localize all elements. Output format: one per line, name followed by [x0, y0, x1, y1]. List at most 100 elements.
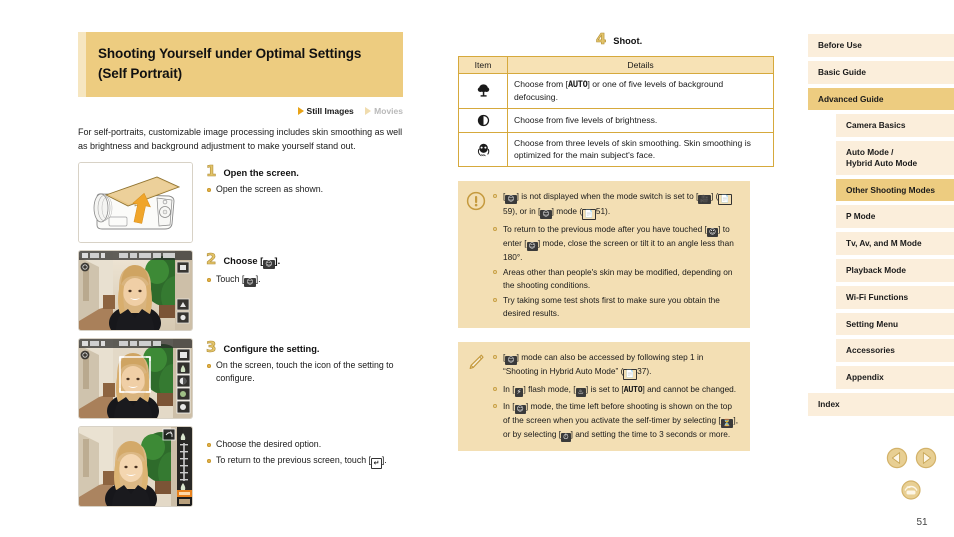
- caution-item: Areas other than people's skin may be mo…: [492, 266, 740, 291]
- triangle-icon: [365, 107, 372, 116]
- movie-icon: 🎥: [698, 194, 712, 204]
- sidebar-item-before-use[interactable]: Before Use: [808, 34, 954, 57]
- step-2-bullets: Touch [☺].: [206, 273, 403, 288]
- table-row: Choose from three levels of skin smoothi…: [458, 131, 774, 167]
- previous-page-arrow[interactable]: [886, 447, 908, 474]
- page-ref-icon: 📄: [582, 208, 596, 220]
- step-1-body: 1 Open the screen. Open the screen as sh…: [193, 162, 403, 199]
- step-1-heading: 1 Open the screen.: [206, 162, 403, 181]
- step-number: 2: [206, 250, 217, 269]
- caution-item: To return to the previous mode after you…: [492, 223, 740, 263]
- left-column: Shooting Yourself under Optimal Settings…: [78, 32, 403, 514]
- step-2: 2 Choose [☺]. Touch [☺].: [78, 250, 403, 332]
- step-number: 3: [206, 338, 217, 357]
- sidebar-item-basic-guide[interactable]: Basic Guide: [808, 60, 954, 84]
- sidebar-item-advanced-guide[interactable]: Advanced Guide: [808, 87, 954, 111]
- bullet: Choose the desired option.: [206, 438, 403, 451]
- next-page-arrow[interactable]: [915, 447, 937, 474]
- note-item: In [⚡] flash mode, [♨] is set to [AUTO] …: [492, 383, 740, 397]
- cell-item-icon: [458, 131, 508, 167]
- sidebar-item-camera-basics[interactable]: Camera Basics: [836, 114, 954, 138]
- step-3-body: 3 Configure the setting. On the screen, …: [193, 338, 403, 388]
- sidebar-item-setting-menu[interactable]: Setting Menu: [836, 312, 954, 336]
- step-4-heading: 4 Shoot.: [458, 31, 774, 47]
- self-timer-icon: ⏱: [561, 433, 571, 442]
- settings-details-table: Item Details Choose from [AUTO] or one o…: [458, 56, 774, 167]
- media-type-tags: Still Images Movies: [78, 106, 403, 119]
- bullet: On the screen, touch the icon of the set…: [206, 359, 403, 385]
- steps-list: 1 Open the screen. Open the screen as sh…: [78, 162, 403, 508]
- step-3-bullets: On the screen, touch the icon of the set…: [206, 359, 403, 385]
- step-2-heading: 2 Choose [☺].: [206, 250, 403, 270]
- sidebar-item-other-shooting-modes[interactable]: Other Shooting Modes: [836, 178, 954, 202]
- cell-details: Choose from five levels of brightness.: [507, 107, 774, 133]
- sidebar-item-tv-av-m-mode[interactable]: Tv, Av, and M Mode: [836, 232, 954, 256]
- home-icon[interactable]: [900, 480, 922, 505]
- note-item: In [☺] mode, the time left before shooti…: [492, 400, 740, 442]
- step-1-bullets: Open the screen as shown.: [206, 183, 403, 196]
- media-tag-label: Still Images: [306, 106, 354, 117]
- column-header-item: Item: [458, 56, 508, 74]
- table-row: Choose from [AUTO] or one of five levels…: [458, 73, 774, 109]
- caution-item: Try taking some test shots first to make…: [492, 294, 740, 319]
- caution-box: [☺] is not displayed when the mode switc…: [458, 180, 750, 328]
- background-defocus-icon: [476, 83, 491, 98]
- step-title: Choose [☺].: [223, 256, 281, 270]
- manual-page: Shooting Yourself under Optimal Settings…: [0, 0, 954, 537]
- triangle-icon: [297, 107, 304, 116]
- page-ref-icon: 📄: [623, 369, 638, 380]
- skin-smoothing-icon: [476, 142, 491, 157]
- sidebar-item-accessories[interactable]: Accessories: [836, 339, 954, 363]
- page-title: Shooting Yourself under Optimal Settings…: [98, 46, 362, 81]
- live-view-slider-screenshot: [78, 426, 193, 508]
- step-title: Open the screen.: [223, 168, 299, 179]
- caution-item: [☺] is not displayed when the mode switc…: [492, 190, 740, 220]
- pencil-icon: [466, 352, 486, 372]
- background-defocus-icon: ♨: [575, 388, 586, 397]
- step-title: Shoot.: [613, 36, 643, 46]
- column-header-details: Details: [507, 56, 774, 74]
- media-tag-movies: Movies: [365, 106, 403, 116]
- step-3-continued-body: Choose the desired option. To return to …: [193, 426, 403, 472]
- sidebar-item-label: Auto Mode / Hybrid Auto Mode: [846, 147, 918, 168]
- self-portrait-icon: ☺: [505, 356, 517, 365]
- page-title-banner: Shooting Yourself under Optimal Settings…: [78, 32, 403, 98]
- self-portrait-icon: ☺: [526, 241, 538, 251]
- live-view-face-frame-screenshot: [78, 338, 193, 420]
- self-portrait-icon: ☺: [505, 194, 517, 204]
- sidebar-item-index[interactable]: Index: [808, 392, 954, 416]
- note-item: [☺] mode can also be accessed by followi…: [492, 351, 740, 380]
- self-portrait-icon: ☺: [263, 260, 275, 270]
- self-portrait-icon: ☺: [244, 278, 256, 288]
- cell-details: Choose from three levels of skin smoothi…: [507, 131, 774, 167]
- table-row: Choose from five levels of brightness.: [458, 107, 774, 133]
- return-icon: ↵: [371, 458, 382, 470]
- bullet: Open the screen as shown.: [206, 183, 403, 196]
- step-number: 1: [206, 162, 217, 181]
- step-title: Configure the setting.: [223, 344, 320, 355]
- hybrid-auto-icon: ☺: [540, 209, 552, 219]
- cell-item-icon: [458, 73, 508, 109]
- sidebar-item-p-mode[interactable]: P Mode: [836, 205, 954, 229]
- self-portrait-icon: ☺: [514, 405, 526, 414]
- bullet: To return to the previous screen, touch …: [206, 454, 403, 470]
- sidebar-item-appendix[interactable]: Appendix: [836, 366, 954, 389]
- live-view-portrait-screenshot: [78, 250, 193, 332]
- page-navigation: 51: [880, 447, 942, 528]
- page-arrows: [880, 447, 942, 474]
- bullet: Touch [☺].: [206, 273, 403, 288]
- caution-list: [☺] is not displayed when the mode switc…: [492, 190, 740, 319]
- page-number: 51: [916, 517, 928, 528]
- brightness-icon: [476, 113, 491, 128]
- step-3-extra-bullets: Choose the desired option. To return to …: [206, 438, 403, 470]
- face-self-timer-icon: ⏳: [720, 419, 734, 428]
- note-list: [☺] mode can also be accessed by followi…: [492, 351, 740, 442]
- sidebar-item-wifi-functions[interactable]: Wi-Fi Functions: [836, 285, 954, 309]
- media-tag-label: Movies: [374, 106, 403, 117]
- home-button-wrap: [880, 479, 942, 506]
- step-1: 1 Open the screen. Open the screen as sh…: [78, 162, 403, 244]
- sidebar-item-auto-mode-hybrid-auto-mode[interactable]: Auto Mode / Hybrid Auto Mode: [836, 141, 954, 175]
- flash-icon: ⚡: [514, 388, 524, 397]
- step-2-body: 2 Choose [☺]. Touch [☺].: [193, 250, 403, 290]
- sidebar-item-playback-mode[interactable]: Playback Mode: [836, 259, 954, 282]
